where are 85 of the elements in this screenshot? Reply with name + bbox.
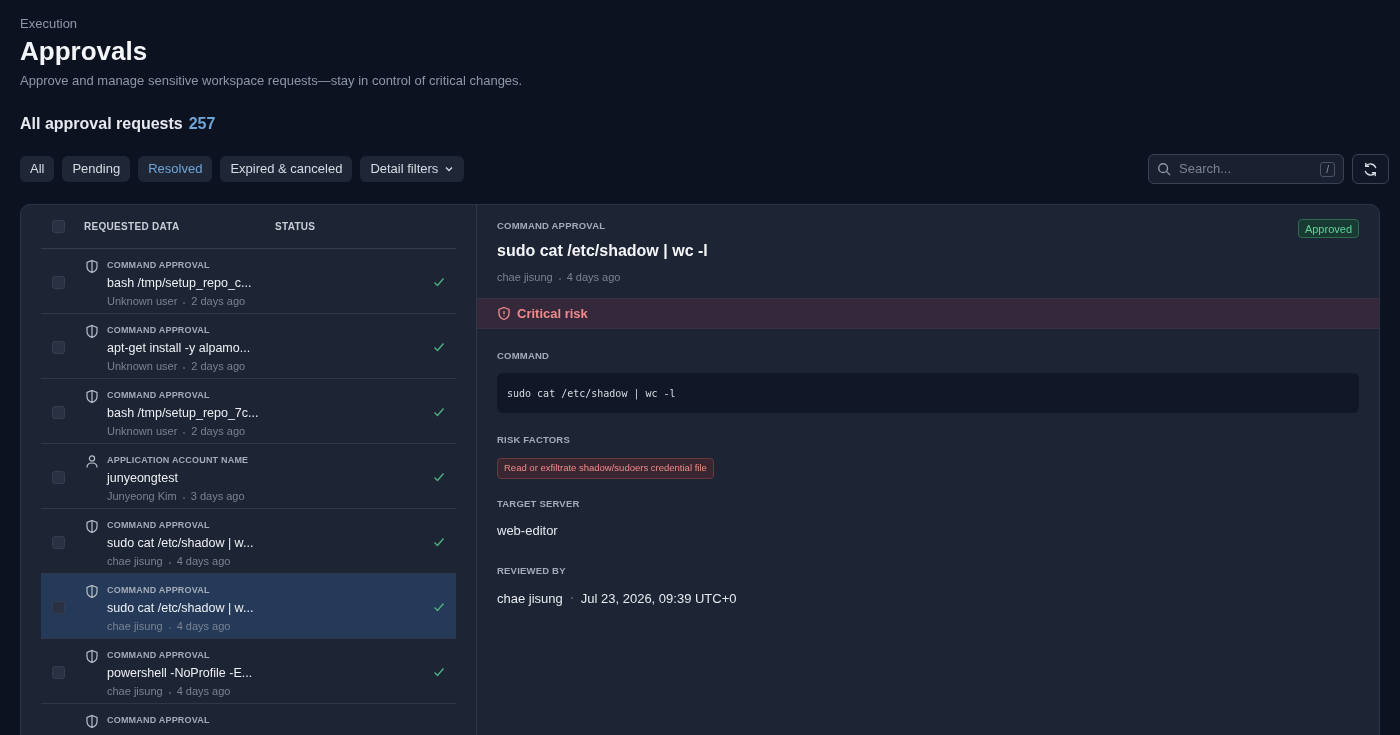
request-row[interactable]: APPLICATION ACCOUNT NAME junyeongtest Junyeong Kim 3 days ago xyxy=(41,444,456,510)
section-label: COMMAND xyxy=(497,348,551,363)
refresh-button[interactable] xyxy=(1352,154,1389,185)
review-time: Jul 23, 2026, 09:39 UTC+0 xyxy=(580,589,737,608)
row-checkbox[interactable] xyxy=(52,406,65,420)
request-type: COMMAND APPROVAL xyxy=(107,259,211,273)
breadcrumb: Execution xyxy=(20,15,79,33)
shield-icon xyxy=(85,324,99,340)
filter-dropdown[interactable]: Detail filters xyxy=(360,156,465,183)
request-count: 257 xyxy=(188,114,216,135)
target-server: web-editor xyxy=(497,521,559,540)
person-icon xyxy=(85,454,99,470)
row-checkbox[interactable] xyxy=(52,276,65,290)
shield-icon xyxy=(85,389,99,405)
row-checkbox[interactable] xyxy=(52,341,65,355)
request-title: bash /tmp/setup_repo_7c... xyxy=(107,404,260,422)
refresh-icon xyxy=(1363,161,1378,177)
request-time: 4 days ago xyxy=(566,271,621,284)
request-time: 2 days ago xyxy=(191,295,246,308)
request-user: chae jisung xyxy=(107,555,163,568)
request-time: 2 days ago xyxy=(191,425,246,438)
risk-level: Critical risk xyxy=(517,304,588,323)
request-title: junyeongtest xyxy=(107,469,179,487)
filter-tab[interactable]: Pending xyxy=(62,156,131,183)
column-header: STATUS xyxy=(275,220,316,235)
section-label: RISK FACTORS xyxy=(497,433,571,448)
section-label: REVIEWED BY xyxy=(497,564,567,579)
page-subtitle: Approve and manage sensitive workspace requests—stay in control of critical changes. xyxy=(20,71,524,90)
select-all-checkbox[interactable] xyxy=(52,220,65,234)
request-time: 3 days ago xyxy=(190,490,245,503)
search-icon xyxy=(1157,162,1171,177)
command-code: sudo cat /etc/shadow | wc -l xyxy=(497,373,1359,414)
search-field[interactable]: Search... / xyxy=(1148,154,1344,185)
request-user: Unknown user xyxy=(107,360,178,373)
request-type: COMMAND APPROVAL xyxy=(107,389,211,403)
request-user: Junyeong Kim xyxy=(107,490,177,503)
request-time: 2 days ago xyxy=(191,360,246,373)
request-user: chae jisung xyxy=(497,271,553,284)
shortcut-key: / xyxy=(1320,161,1335,177)
request-user: chae jisung xyxy=(107,620,163,633)
shield-icon xyxy=(85,714,99,730)
request-type: COMMAND APPROVAL xyxy=(107,584,211,598)
request-type: COMMAND APPROVAL xyxy=(497,219,607,234)
reviewer-name: chae jisung xyxy=(497,589,563,608)
section-label: TARGET SERVER xyxy=(497,496,581,511)
row-checkbox[interactable] xyxy=(52,666,65,680)
request-type: COMMAND APPROVAL xyxy=(107,714,211,728)
request-user: Unknown user xyxy=(107,425,178,438)
request-title: powershell -NoProfile -E... xyxy=(107,664,254,682)
request-time: 4 days ago xyxy=(176,555,231,568)
request-type: APPLICATION ACCOUNT NAME xyxy=(107,454,250,468)
request-title: apt-get install -y alpamo... xyxy=(107,339,252,357)
request-row[interactable]: COMMAND APPROVAL sudo cat /etc/shadow | w... chae jisung 4 days ago xyxy=(41,574,456,640)
section-title: All approval requests xyxy=(20,114,183,135)
shield-icon xyxy=(85,649,99,665)
status-badge: Approved xyxy=(1297,219,1359,239)
request-row[interactable]: COMMAND APPROVAL bash /tmp/setup_repo_7c... Unknown user 2 days ago xyxy=(41,379,456,445)
request-user: Unknown user xyxy=(107,295,178,308)
shield-alert-icon xyxy=(497,305,511,321)
risk-factor-tag: Read or exfiltrate shadow/sudoers credential file xyxy=(497,458,714,479)
request-type: COMMAND APPROVAL xyxy=(107,519,211,533)
request-time: 4 days ago xyxy=(176,620,231,633)
request-user: chae jisung xyxy=(107,685,163,698)
search-input[interactable]: Search... xyxy=(1177,158,1315,180)
shield-icon xyxy=(85,584,99,600)
shield-icon xyxy=(85,519,99,535)
request-row[interactable]: COMMAND APPROVAL apt-get install -y alpamo... Unknown user 2 days ago xyxy=(41,314,456,380)
request-type: COMMAND APPROVAL xyxy=(107,324,211,338)
request-title: bash /tmp/setup_repo_c... xyxy=(107,274,253,292)
filter-tab[interactable]: All xyxy=(20,156,55,183)
request-type: COMMAND APPROVAL xyxy=(107,649,211,663)
page-title: Approvals xyxy=(20,35,149,67)
shield-icon xyxy=(85,259,99,275)
row-checkbox[interactable] xyxy=(52,471,65,485)
column-header: REQUESTED DATA xyxy=(84,220,181,235)
filter-tab[interactable]: Expired & canceled xyxy=(220,156,353,183)
request-row[interactable]: COMMAND APPROVAL bash /tmp/setup_repo_c... Unknown user 2 days ago xyxy=(41,249,456,315)
request-title: sudo cat /etc/shadow | w... xyxy=(107,534,255,552)
request-row[interactable]: COMMAND APPROVAL xyxy=(41,704,456,735)
request-title: sudo cat /etc/shadow | w... xyxy=(107,599,255,617)
request-time: 4 days ago xyxy=(176,685,231,698)
request-title: sudo cat /etc/shadow | wc -l xyxy=(497,241,708,262)
row-checkbox[interactable] xyxy=(52,536,65,550)
filter-tab[interactable]: Resolved xyxy=(138,156,213,183)
request-row[interactable]: COMMAND APPROVAL powershell -NoProfile -E... chae jisung 4 days ago xyxy=(41,639,456,705)
